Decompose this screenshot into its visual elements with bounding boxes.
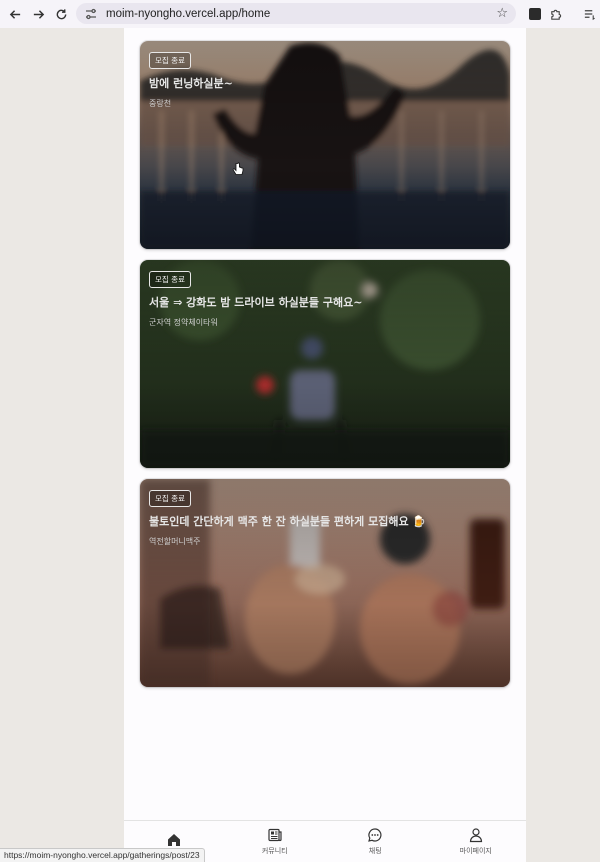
tab-chat[interactable]: 채팅 [325, 821, 426, 862]
home-icon [168, 834, 181, 846]
site-settings-icon[interactable] [84, 7, 98, 21]
arrow-left-icon [9, 9, 20, 19]
reload-button[interactable] [50, 3, 72, 25]
user-icon [469, 828, 482, 843]
gathering-title: 밤에 런닝하실분~ [149, 77, 233, 90]
chat-icon [368, 828, 382, 842]
gathering-location: 중랑천 [149, 99, 172, 108]
gathering-location: 역전할머니맥주 [149, 537, 201, 546]
tab-mypage[interactable]: 마이페이지 [426, 821, 527, 862]
browser-toolbar: moim-nyongho.vercel.app/home ☆ [0, 0, 600, 28]
reload-icon [56, 8, 66, 19]
gathering-title: 불토인데 간단하게 맥주 한 잔 하실분들 편하게 모집해요 🍺 [149, 515, 427, 528]
gathering-card[interactable]: 모집 종료 서울 ⇒ 강화도 밤 드라이브 하실분들 구해요~ 군자역 정약체이… [140, 260, 510, 468]
link-status-bar: https://moim-nyongho.vercel.app/gatherin… [0, 848, 205, 862]
gathering-card[interactable]: 모집 종료 불토인데 간단하게 맥주 한 잔 하실분들 편하게 모집해요 🍺 역… [140, 479, 510, 687]
reading-list-icon[interactable] [580, 5, 598, 23]
gathering-card[interactable]: 모집 종료 밤에 런닝하실분~ 중랑천 [140, 41, 510, 249]
tab-community[interactable]: 커뮤니티 [225, 821, 326, 862]
mobile-app-frame: 모집 종료 밤에 런닝하실분~ 중랑천 모집 종료 서울 ⇒ 강화도 밤 드라이… [124, 28, 526, 862]
tab-label: 커뮤니티 [261, 847, 288, 855]
status-badge: 모집 종료 [149, 52, 191, 69]
extension-icon[interactable] [526, 5, 544, 23]
status-badge: 모집 종료 [149, 271, 191, 288]
status-badge: 모집 종료 [149, 490, 191, 507]
gathering-title: 서울 ⇒ 강화도 밤 드라이브 하실분들 구해요~ [149, 296, 363, 309]
url-text: moim-nyongho.vercel.app/home [106, 7, 271, 20]
arrow-right-icon [33, 9, 44, 19]
newspaper-icon [268, 828, 282, 842]
bookmark-star-icon[interactable]: ☆ [496, 6, 508, 21]
page-viewport: 모집 종료 밤에 런닝하실분~ 중랑천 모집 종료 서울 ⇒ 강화도 밤 드라이… [0, 28, 600, 862]
hand-cursor-icon [232, 162, 244, 175]
address-bar[interactable]: moim-nyongho.vercel.app/home ☆ [76, 3, 516, 24]
back-button[interactable] [4, 3, 26, 25]
gathering-location: 군자역 정약체이타워 [149, 318, 218, 327]
extensions-puzzle-icon[interactable] [546, 5, 564, 23]
forward-button[interactable] [27, 3, 49, 25]
tab-label: 채팅 [368, 847, 382, 855]
tab-label: 마이페이지 [459, 847, 492, 855]
